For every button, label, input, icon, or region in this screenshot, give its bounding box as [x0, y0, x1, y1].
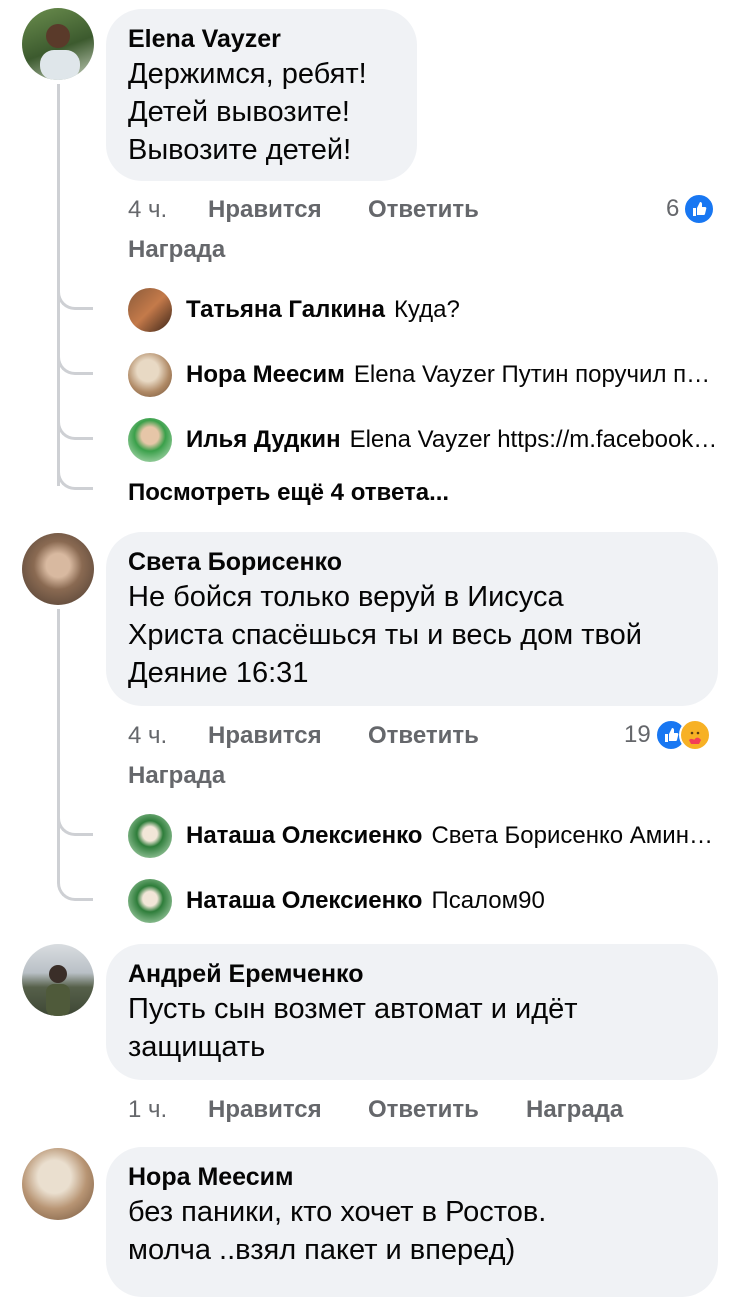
view-more-replies-link[interactable]: Посмотреть ещё 4 ответа... [128, 479, 449, 507]
like-button[interactable]: Нравится [208, 1096, 322, 1124]
reply-item[interactable]: Татьяна Галкина Куда? [128, 287, 718, 333]
care-reaction-icon [678, 719, 711, 751]
avatar[interactable] [128, 814, 172, 858]
comment-author[interactable]: Elena Vayzer [128, 23, 395, 55]
comment-actions: 4 ч. Нравится Ответить Награда [128, 196, 728, 266]
person-photo-icon [46, 965, 70, 1016]
reply-button[interactable]: Ответить [368, 722, 479, 750]
reply-button[interactable]: Ответить [368, 1096, 479, 1124]
reply-text: Elena Vayzer https://m.facebook.com/stor… [349, 426, 718, 453]
reaction-summary[interactable]: 6 [666, 193, 716, 225]
reply-text: Elena Vayzer Путин поручил проверить, кт… [353, 361, 718, 388]
avatar[interactable] [22, 944, 94, 1016]
thread-connector [57, 468, 93, 490]
award-button[interactable]: Награда [128, 236, 225, 264]
reply-text: Света Борисенко Аминь и слава Богу [431, 822, 718, 849]
comment-author[interactable]: Андрей Еремченко [128, 958, 696, 990]
comment-time: 4 ч. [128, 722, 168, 749]
comment-author[interactable]: Света Борисенко [128, 546, 696, 578]
reply-author[interactable]: Наташа Олексиенко [186, 887, 422, 915]
comment-bubble[interactable]: Андрей Еремченко Пусть сын возмет автома… [106, 944, 718, 1080]
comment-bubble[interactable]: Нора Меесим без паники, кто хочет в Рост… [106, 1147, 718, 1297]
comment-bubble[interactable]: Elena Vayzer Держимся, ребят! Детей выво… [106, 9, 417, 181]
avatar[interactable] [22, 8, 94, 80]
reaction-summary[interactable]: 19 [624, 719, 711, 751]
avatar[interactable] [128, 353, 172, 397]
award-button[interactable]: Награда [128, 762, 225, 790]
comment-time: 4 ч. [128, 196, 168, 223]
reply-author[interactable]: Наташа Олексиенко [186, 822, 422, 850]
like-reaction-icon [683, 193, 716, 225]
reply-author[interactable]: Илья Дудкин [186, 426, 341, 454]
thread-connector [57, 418, 93, 440]
comment-text: Пусть сын возмет автомат и идёт защищать [128, 993, 578, 1063]
comment-text: Не бойся только веруй в Иисуса Христа сп… [128, 581, 642, 689]
avatar[interactable] [22, 533, 94, 605]
award-button[interactable]: Награда [526, 1096, 623, 1124]
reply-text: Куда? [393, 296, 460, 323]
thread-connector [57, 353, 93, 375]
reply-item[interactable]: Наташа Олексиенко Псалом90 [128, 878, 718, 924]
comment-bubble[interactable]: Света Борисенко Не бойся только веруй в … [106, 532, 718, 706]
comment-author[interactable]: Нора Меесим [128, 1161, 696, 1193]
comment-time: 1 ч. [128, 1096, 168, 1123]
reply-item[interactable]: Илья Дудкин Elena Vayzer https://m.faceb… [128, 417, 718, 463]
reply-item[interactable]: Наташа Олексиенко Света Борисенко Аминь … [128, 813, 718, 859]
comment-text: Держимся, ребят! Детей вывозите! Вывозит… [128, 58, 367, 166]
reaction-count: 6 [666, 195, 680, 222]
reply-text: Псалом90 [431, 887, 545, 914]
reply-author[interactable]: Татьяна Галкина [186, 296, 385, 324]
avatar[interactable] [128, 288, 172, 332]
thread-connector [57, 814, 93, 836]
thread-connector [57, 288, 93, 310]
reaction-count: 19 [624, 721, 651, 748]
like-button[interactable]: Нравится [208, 722, 322, 750]
like-button[interactable]: Нравится [208, 196, 322, 224]
avatar[interactable] [128, 418, 172, 462]
thread-connector [57, 879, 93, 901]
avatar[interactable] [22, 1148, 94, 1220]
thread-line [57, 609, 60, 881]
reply-button[interactable]: Ответить [368, 196, 479, 224]
person-photo-icon [40, 24, 80, 80]
comment-actions: 1 ч. Нравится Ответить Награда [128, 1096, 728, 1128]
comment-text: без паники, кто хочет в Ростов. молча ..… [128, 1196, 547, 1266]
avatar[interactable] [128, 879, 172, 923]
reply-author[interactable]: Нора Меесим [186, 361, 345, 389]
reply-item[interactable]: Нора Меесим Elena Vayzer Путин поручил п… [128, 352, 718, 398]
